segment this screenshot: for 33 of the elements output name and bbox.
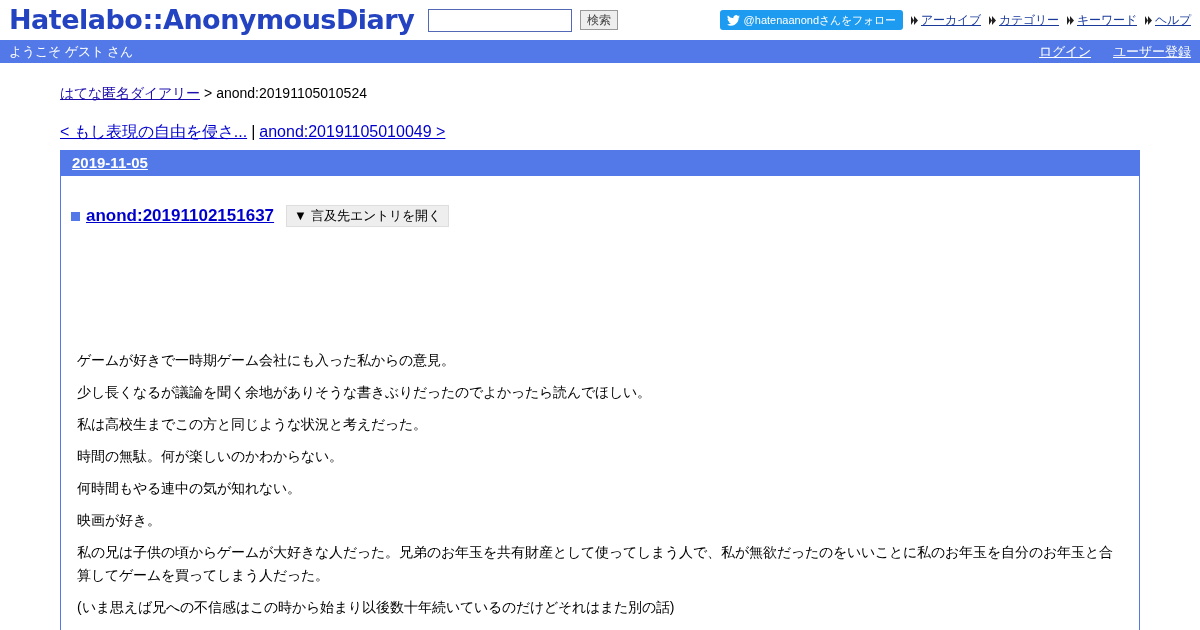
- next-entry-link[interactable]: anond:20191105010049 >: [259, 120, 446, 144]
- greeting-text: ようこそ ゲスト さん: [9, 42, 134, 61]
- nav-link[interactable]: カテゴリー: [999, 11, 1059, 29]
- body-paragraph: 何時間もやる連中の気が知れない。: [77, 478, 302, 498]
- double-chevron-icon: [1067, 15, 1074, 25]
- entry-title-link[interactable]: anond:20191102151637: [86, 203, 275, 229]
- previous-entry-link[interactable]: < もし表現の自由を侵さ...: [60, 120, 248, 144]
- body-paragraph: 私は高校生までこの方と同じような状況と考えだった。: [77, 414, 428, 434]
- nav-link[interactable]: ヘルプ: [1155, 11, 1191, 29]
- body-paragraph: 映画が好き。: [77, 510, 162, 530]
- search-button[interactable]: 検索: [580, 10, 619, 30]
- square-bullet-icon: [71, 212, 80, 222]
- site-logo[interactable]: Hatelabo::AnonymousDiary: [9, 0, 415, 41]
- expand-references-button[interactable]: ▼ 言及先エントリを開く: [286, 204, 449, 227]
- account-link[interactable]: ユーザー登録: [1113, 41, 1191, 62]
- search-field[interactable]: [428, 8, 573, 32]
- date-link[interactable]: 2019-11-05: [72, 152, 148, 175]
- body-paragraph: 少し長くなるが議論を聞く余地がありそうな書きぶりだったのでよかったら読んでほしい。: [77, 382, 652, 402]
- double-chevron-icon: [989, 15, 996, 25]
- nav-link[interactable]: キーワード: [1077, 11, 1137, 29]
- body-paragraph: (いま思えば兄への不信感はこの時から始まり以後数十年続いているのだけどそれはまた別の話): [77, 597, 676, 617]
- breadcrumb-separator: >: [204, 84, 213, 103]
- breadcrumb-current: anond:20191105010524: [216, 84, 367, 103]
- double-chevron-icon: [1145, 15, 1152, 25]
- breadcrumb-link[interactable]: はてな匿名ダイアリー: [60, 83, 200, 104]
- double-chevron-icon: [911, 15, 918, 25]
- bird-icon: [726, 14, 740, 26]
- body-paragraph: 時間の無駄。何が楽しいのかわからない。: [77, 446, 344, 466]
- pager-separator: |: [251, 122, 256, 142]
- body-paragraph: ゲームが好きで一時期ゲーム会社にも入った私からの意見。: [77, 350, 456, 370]
- account-link[interactable]: ログイン: [1039, 41, 1091, 62]
- nav-link[interactable]: アーカイブ: [921, 11, 981, 29]
- body-paragraph: 私の兄は子供の頃からゲームが大好きな人だった。兄弟のお年玉を共有財産として使ってしまう人で、私が無欲だったのをいいことに私のお年玉を自分のお年玉と合算してゲームを買ってしまう人だった。: [77, 542, 1114, 585]
